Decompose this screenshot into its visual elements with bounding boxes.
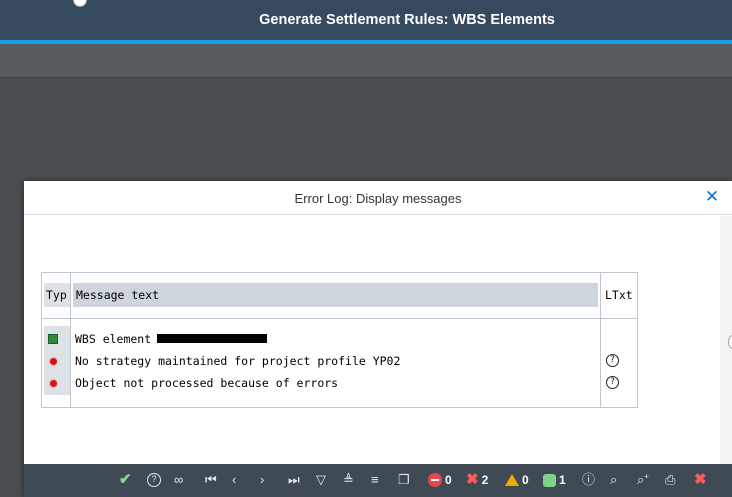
search-plus-icon: ⌕⁺ bbox=[637, 472, 649, 487]
long-text-help-icon[interactable]: ? bbox=[606, 376, 619, 389]
dialog-body: Typ Message text LTxt WBS element No str… bbox=[24, 216, 720, 464]
dialog-footer-toolbar: ✔ ? ∞ ⏮ ‹ › ⏭ ▽ ≜ ≡ ❐ 0 ✖ 2 0 1 ⓘ ⌕ ⌕⁺ ⎙ … bbox=[24, 464, 732, 497]
message-text: WBS element bbox=[75, 332, 152, 346]
errors-count: 0 bbox=[445, 473, 452, 487]
first-page-icon: ⏮ bbox=[205, 472, 217, 487]
continue-button[interactable]: ✔ bbox=[119, 472, 132, 488]
dialog-header: Error Log: Display messages ✕ bbox=[24, 181, 732, 215]
warnings-filter-button[interactable]: 0 bbox=[505, 472, 529, 488]
info-filter-button[interactable]: 1 bbox=[543, 472, 566, 488]
previous-page-button[interactable]: ‹ bbox=[232, 472, 236, 488]
cancel-button[interactable]: ✖ bbox=[694, 472, 707, 488]
close-icon[interactable]: ✕ bbox=[704, 188, 720, 205]
column-header-ltxt[interactable]: LTxt bbox=[603, 283, 636, 307]
long-text-help-icon[interactable]: ? bbox=[606, 354, 619, 367]
shell-header: Generate Settlement Rules: WBS Elements bbox=[0, 0, 732, 42]
print-button[interactable]: ⎙ bbox=[665, 472, 675, 488]
printer-icon: ⎙ bbox=[665, 472, 676, 487]
sort-ascending-icon: ≜ bbox=[343, 472, 354, 487]
header-divider bbox=[42, 318, 637, 319]
success-square-icon bbox=[48, 334, 58, 344]
question-icon: ? bbox=[147, 473, 161, 487]
chevron-right-icon: › bbox=[260, 472, 265, 487]
success-square-icon bbox=[543, 473, 556, 487]
filter-icon: ▽ bbox=[316, 472, 326, 487]
error-stop-icon bbox=[428, 473, 442, 487]
info-icon: ⓘ bbox=[582, 472, 596, 487]
table-row[interactable]: Object not processed because of errors ? bbox=[42, 372, 637, 394]
sort-descending-icon: ≡ bbox=[371, 472, 379, 487]
copy-icon: ❐ bbox=[398, 472, 410, 487]
info-count: 1 bbox=[559, 473, 566, 487]
message-grid: Typ Message text LTxt WBS element No str… bbox=[41, 272, 638, 408]
aborts-count: 2 bbox=[481, 473, 489, 487]
search-button[interactable]: ⌕ bbox=[610, 472, 617, 488]
table-row[interactable]: No strategy maintained for project profi… bbox=[42, 350, 637, 372]
error-log-dialog: Error Log: Display messages ✕ Typ Messag… bbox=[24, 181, 732, 497]
message-text: No strategy maintained for project profi… bbox=[75, 354, 401, 368]
chevron-left-icon: ‹ bbox=[232, 472, 237, 487]
page-title: Generate Settlement Rules: WBS Elements bbox=[259, 12, 555, 28]
cancel-x-icon: ✖ bbox=[694, 471, 707, 488]
last-page-icon: ⏭ bbox=[288, 472, 300, 487]
column-header-typ[interactable]: Typ bbox=[44, 283, 70, 307]
error-dot-icon bbox=[50, 358, 57, 365]
sort-descending-button[interactable]: ≡ bbox=[371, 472, 379, 488]
help-button[interactable]: ? bbox=[147, 472, 161, 488]
aborts-filter-button[interactable]: ✖ 2 bbox=[466, 472, 488, 488]
next-page-button[interactable]: › bbox=[260, 472, 264, 488]
errors-filter-button[interactable]: 0 bbox=[428, 472, 452, 488]
error-dot-icon bbox=[50, 380, 57, 387]
search-icon: ⌕ bbox=[610, 472, 618, 487]
checkmark-icon: ✔ bbox=[119, 471, 132, 488]
column-header-message-text[interactable]: Message text bbox=[73, 283, 598, 307]
window-handle[interactable] bbox=[73, 0, 87, 7]
warnings-count: 0 bbox=[522, 473, 529, 487]
find-button[interactable]: ∞ bbox=[174, 472, 183, 488]
first-page-button[interactable]: ⏮ bbox=[205, 472, 217, 488]
copy-button[interactable]: ❐ bbox=[398, 472, 410, 488]
sort-ascending-button[interactable]: ≜ bbox=[343, 472, 354, 488]
table-row[interactable]: WBS element bbox=[42, 328, 637, 350]
message-text: Object not processed because of errors bbox=[75, 376, 339, 390]
search-next-button[interactable]: ⌕⁺ bbox=[637, 472, 649, 488]
binoculars-icon: ∞ bbox=[174, 472, 184, 487]
application-toolbar bbox=[0, 44, 732, 78]
filter-button[interactable]: ▽ bbox=[316, 472, 326, 488]
warning-triangle-icon bbox=[505, 474, 519, 486]
redacted-block bbox=[157, 334, 268, 343]
dialog-title: Error Log: Display messages bbox=[294, 191, 462, 206]
details-button[interactable]: ⓘ bbox=[582, 472, 595, 488]
abort-x-icon: ✖ bbox=[466, 471, 479, 488]
resize-handle[interactable] bbox=[728, 335, 732, 349]
last-page-button[interactable]: ⏭ bbox=[288, 472, 300, 488]
